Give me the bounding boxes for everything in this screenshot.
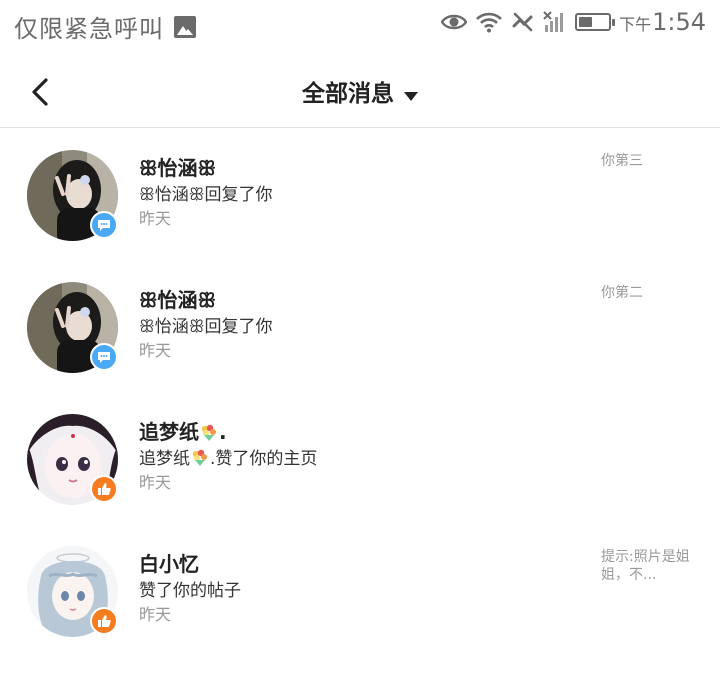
- page-title: 全部消息: [302, 81, 394, 107]
- comment-icon: [98, 352, 110, 363]
- content-preview: 你第三: [601, 153, 643, 169]
- clock-time: 1:54: [652, 8, 706, 36]
- eye-icon: [441, 14, 468, 30]
- like-badge: [90, 475, 118, 503]
- sender-name: 追梦纸 .: [139, 416, 227, 445]
- sender-name: ꕥ怡涵ꕥ: [139, 288, 217, 312]
- no-signal-icon: [543, 11, 564, 32]
- carrier-text: 仅限紧急呼叫: [14, 15, 164, 43]
- sender-name: 白小忆: [139, 552, 199, 576]
- message-item[interactable]: 追梦纸 . 追梦纸 .赞了你的主页 昨天: [0, 414, 720, 544]
- message-text: 赞了你的帖子: [139, 581, 241, 601]
- message-text: ꕥ怡涵ꕥ回复了你: [139, 185, 273, 205]
- status-left: 仅限紧急呼叫: [14, 9, 196, 44]
- message-time: 昨天: [139, 341, 172, 360]
- battery-level: [579, 17, 593, 27]
- message-time: 昨天: [139, 605, 172, 624]
- battery-icon: [575, 13, 616, 31]
- content-preview: 提示:照片是姐姐，不...: [601, 549, 690, 583]
- sender-name-suffix: .: [219, 420, 227, 444]
- comment-badge: [90, 211, 118, 239]
- image-icon: [174, 15, 196, 38]
- message-item[interactable]: ꕥ怡涵ꕥ ꕥ怡涵ꕥ回复了你 昨天 你第二: [0, 282, 720, 412]
- message-time: 昨天: [139, 209, 172, 228]
- title-dropdown[interactable]: 全部消息: [0, 74, 720, 108]
- message-item[interactable]: ꕥ怡涵ꕥ ꕥ怡涵ꕥ回复了你 昨天 你第三: [0, 150, 720, 280]
- message-item[interactable]: 白小忆 赞了你的帖子 昨天 提示:照片是姐姐，不...: [0, 546, 720, 676]
- wifi-icon: [476, 12, 502, 33]
- message-time: 昨天: [139, 473, 172, 492]
- like-badge: [90, 607, 118, 635]
- status-right: 下午 1:54: [441, 8, 706, 36]
- content-preview: 你第二: [601, 285, 643, 301]
- message-text: 追梦纸 .赞了你的主页: [139, 444, 317, 469]
- header: 全部消息: [0, 60, 720, 128]
- bouquet-emoji-icon: [199, 423, 219, 441]
- thumbs-up-icon: [98, 483, 111, 495]
- comment-badge: [90, 343, 118, 371]
- message-text: ꕥ怡涵ꕥ回复了你: [139, 317, 273, 337]
- sender-name-text: 追梦纸: [139, 420, 199, 444]
- no-call-icon: [512, 12, 533, 32]
- sender-name: ꕥ怡涵ꕥ: [139, 156, 217, 180]
- message-text-rest: .赞了你的主页: [210, 449, 318, 469]
- caret-down-icon: [404, 92, 418, 101]
- clock: 下午 1:54: [619, 8, 706, 36]
- status-bar: 仅限紧急呼叫 下午 1:54: [0, 0, 720, 50]
- thumbs-up-icon: [98, 615, 111, 627]
- clock-ampm: 下午: [619, 15, 652, 34]
- message-text-name: 追梦纸: [139, 449, 190, 469]
- comment-icon: [98, 220, 110, 231]
- bouquet-emoji-icon: [190, 449, 210, 467]
